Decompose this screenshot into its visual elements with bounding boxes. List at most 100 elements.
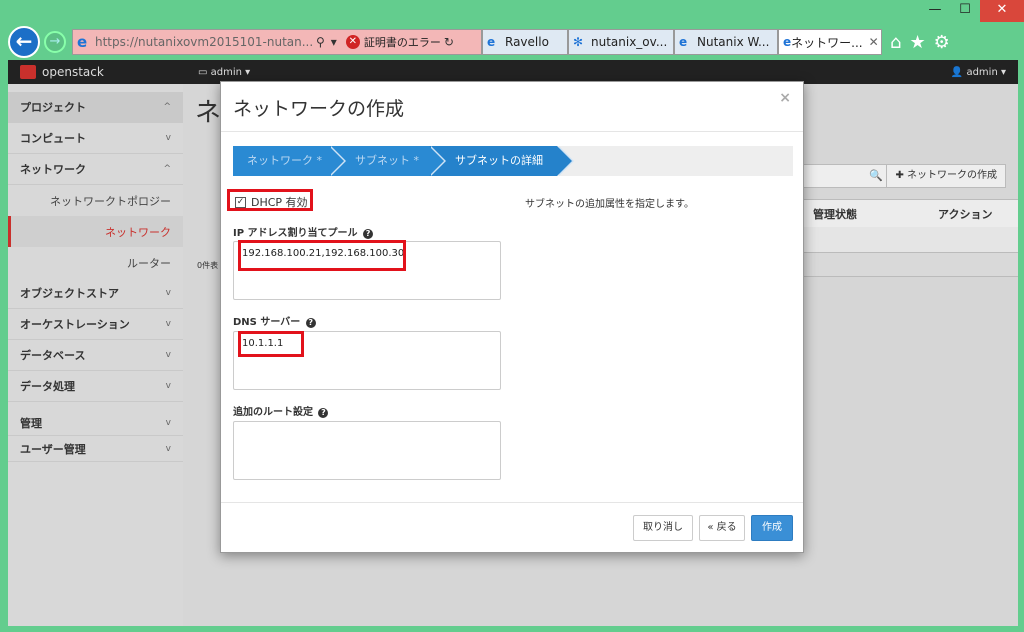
sidebar-item-project[interactable]: プロジェクト ^ [8, 92, 183, 123]
help-icon[interactable]: ? [305, 318, 316, 328]
tab-label: nutanix_ov... [591, 35, 668, 49]
chevron-up-icon: ^ [163, 164, 171, 174]
close-icon[interactable]: × [779, 90, 791, 106]
logo-text: openstack [42, 65, 104, 79]
tab-nutanix-w[interactable]: e Nutanix W... [674, 29, 778, 55]
browser-icons: ⌂ ★ ⚙ [890, 32, 950, 53]
chevron-up-icon: ^ [163, 102, 171, 112]
chevron-down-icon: v [165, 417, 171, 428]
allocation-pool-label: IP アドレス割り当てプール ? [233, 224, 374, 239]
step-subnet-details[interactable]: サブネットの詳細 [429, 146, 574, 176]
browser-toolbar: ← → e https://nutanixovm2015101-nutan...… [8, 24, 1018, 60]
openstack-logo[interactable]: openstack [8, 65, 198, 79]
modal-header: ネットワークの作成 × [221, 82, 803, 132]
openstack-logo-icon [20, 65, 36, 79]
chevron-down-icon: v [165, 288, 171, 298]
sidebar-item-label: プロジェクト [20, 101, 86, 114]
cancel-button[interactable]: 取り消し [633, 515, 693, 541]
ie-logo-icon: e [679, 35, 688, 49]
help-icon[interactable]: ? [363, 229, 374, 239]
close-window-button[interactable]: ✕ [980, 0, 1024, 22]
settings-gear-icon[interactable]: ⚙ [934, 32, 950, 53]
sidebar-item-label: オーケストレーション [20, 318, 130, 331]
item-count: 0件表 [197, 261, 219, 270]
home-icon[interactable]: ⌂ [890, 32, 901, 53]
table-footer [803, 253, 1018, 277]
tab-close-icon[interactable]: ✕ [869, 35, 879, 49]
allocation-pool-label-text: IP アドレス割り当てプール [233, 228, 358, 239]
sidebar-item-label: ユーザー管理 [20, 442, 86, 456]
chevron-down-icon: v [165, 133, 171, 143]
maximize-button[interactable]: ☐ [950, 0, 980, 22]
tab-network-active[interactable]: e ネットワー... ✕ [778, 29, 882, 55]
search-icon[interactable]: ⚲ [316, 35, 325, 49]
tab-label: Ravello [505, 35, 549, 49]
user-menu[interactable]: 👤 admin ▾ [951, 67, 1006, 78]
tab-label: Nutanix W... [697, 35, 770, 49]
cert-error-icon[interactable]: ✕ [345, 35, 360, 49]
chevron-down-icon: v [165, 350, 171, 360]
sidebar: プロジェクト ^ コンピュート v ネットワーク ^ ネットワークトポロジー ネ… [8, 84, 183, 626]
window-controls: — ☐ ✕ [920, 0, 1024, 24]
sidebar-item-compute[interactable]: コンピュート v [8, 123, 183, 154]
sidebar-item-label: 管理 [20, 416, 42, 430]
column-action: アクション [938, 207, 993, 221]
sidebar-item-networks[interactable]: ネットワーク [8, 216, 183, 247]
chevron-down-icon[interactable]: ▾ [331, 35, 337, 49]
page-title: ネ [195, 98, 222, 128]
sidebar-item-admin[interactable]: 管理 v [8, 410, 183, 436]
sidebar-item-database[interactable]: データベース v [8, 340, 183, 371]
create-button[interactable]: 作成 [751, 515, 793, 541]
tab-ravello[interactable]: e Ravello [482, 29, 568, 55]
tab-nutanix-ov[interactable]: ✻ nutanix_ov... [568, 29, 674, 55]
sidebar-item-label: コンピュート [20, 132, 86, 145]
dns-label-text: DNS サーバー [233, 317, 301, 328]
modal-title: ネットワークの作成 [233, 98, 405, 120]
favorites-star-icon[interactable]: ★ [909, 32, 925, 53]
cert-error-label[interactable]: 証明書のエラー [364, 34, 441, 50]
sidebar-item-routers[interactable]: ルーター [8, 247, 183, 278]
highlight-box [238, 331, 304, 357]
sidebar-item-label: ネットワーク [20, 163, 86, 176]
ravello-icon: e [487, 35, 496, 49]
ie-logo-icon: e [77, 33, 88, 51]
search-button[interactable]: 🔍 [800, 164, 890, 188]
back-arrow-icon[interactable]: ← [8, 26, 40, 58]
create-network-modal: ネットワークの作成 × ネットワーク * サブネット * サブネットの詳細 ✓ … [220, 81, 804, 553]
sidebar-item-label: オブジェクトストア [20, 287, 119, 300]
table-row [803, 227, 1018, 253]
search-icon: 🔍 [869, 169, 883, 182]
sidebar-item-object-store[interactable]: オブジェクトストア v [8, 278, 183, 309]
highlight-box [238, 240, 406, 271]
back-button[interactable]: « 戻る [699, 515, 745, 541]
help-text: サブネットの追加属性を指定します。 [525, 199, 694, 210]
nutanix-icon: ✻ [573, 35, 584, 49]
chevron-down-icon: v [165, 443, 171, 454]
address-bar[interactable]: e https://nutanixovm2015101-nutan... ⚲ ▾… [72, 29, 482, 55]
url-text[interactable]: https://nutanixovm2015101-nutan... [95, 35, 313, 49]
dns-label: DNS サーバー ? [233, 313, 316, 328]
wizard-steps: ネットワーク * サブネット * サブネットの詳細 [233, 146, 793, 176]
sidebar-item-orchestration[interactable]: オーケストレーション v [8, 309, 183, 340]
chevron-down-icon: v [165, 319, 171, 329]
minimize-button[interactable]: — [920, 0, 950, 22]
host-routes-label: 追加のルート設定 ? [233, 403, 329, 418]
host-routes-label-text: 追加のルート設定 [233, 407, 313, 418]
help-icon[interactable]: ? [318, 408, 329, 418]
sidebar-item-network-topology[interactable]: ネットワークトポロジー [8, 185, 183, 216]
table-header: 管理状態 アクション [803, 199, 1018, 227]
sidebar-item-label: データベース [20, 349, 86, 362]
sidebar-item-data-processing[interactable]: データ処理 v [8, 371, 183, 402]
tab-label: ネットワー... [791, 35, 863, 50]
modal-footer: 取り消し « 戻る 作成 [221, 502, 803, 552]
ie-logo-icon: e [783, 35, 792, 49]
sidebar-item-identity[interactable]: ユーザー管理 v [8, 436, 183, 462]
column-admin-state[interactable]: 管理状態 [803, 206, 928, 222]
create-network-button[interactable]: ✚ ネットワークの作成 [886, 164, 1006, 188]
forward-arrow-icon[interactable]: → [44, 31, 66, 53]
host-routes-textarea[interactable] [233, 421, 501, 480]
refresh-icon[interactable]: ↻ [444, 35, 454, 49]
step-network[interactable]: ネットワーク * [233, 146, 346, 176]
sidebar-item-network[interactable]: ネットワーク ^ [8, 154, 183, 185]
project-menu[interactable]: ▭ admin ▾ [198, 67, 250, 78]
